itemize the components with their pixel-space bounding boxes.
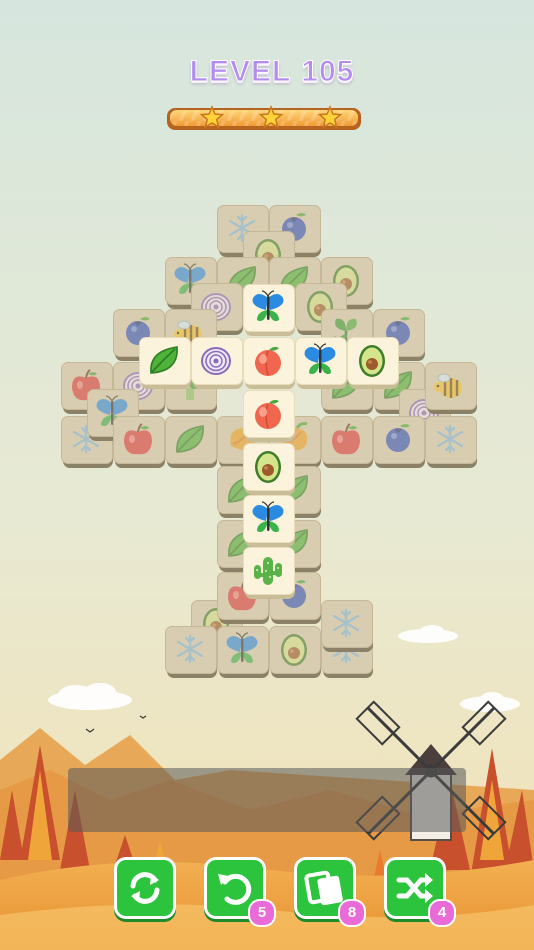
refresh-button[interactable] xyxy=(114,857,176,919)
tile-avocado[interactable] xyxy=(347,337,399,391)
snowflake-icon xyxy=(436,424,464,454)
tile-butterfly[interactable] xyxy=(243,284,295,338)
bee-icon xyxy=(434,373,462,398)
tile-butterfly[interactable] xyxy=(295,337,347,391)
tile-tray xyxy=(68,768,466,832)
tile-butterfly xyxy=(217,626,269,680)
butterfly-icon xyxy=(252,290,284,322)
butterfly-icon xyxy=(304,343,336,375)
snowflake-icon xyxy=(176,634,204,664)
hint-count-badge: 8 xyxy=(338,899,366,927)
shuffle-count-badge: 4 xyxy=(428,899,456,927)
onion-icon xyxy=(201,347,231,375)
tile-peach[interactable] xyxy=(243,390,295,444)
tile-apple xyxy=(321,416,373,470)
apple-icon xyxy=(332,423,360,455)
tile-leaf xyxy=(165,416,217,470)
blueberry-icon xyxy=(386,424,410,452)
butterfly-icon xyxy=(226,632,258,664)
leaf-icon xyxy=(176,425,204,453)
tile-snowflake xyxy=(321,600,373,654)
tile-peach[interactable] xyxy=(243,337,295,391)
tile-avocado xyxy=(269,626,321,680)
avocado-icon xyxy=(281,634,307,666)
tile-butterfly[interactable] xyxy=(243,495,295,549)
butterfly-icon xyxy=(252,501,284,533)
tile-blueberry xyxy=(373,416,425,470)
tile-onion[interactable] xyxy=(191,337,243,391)
avocado-icon xyxy=(359,345,385,377)
tile-avocado[interactable] xyxy=(243,443,295,497)
tile-snowflake xyxy=(425,416,477,470)
tile-cactus[interactable] xyxy=(243,547,295,601)
tile-bee xyxy=(425,362,477,416)
tile-apple xyxy=(113,416,165,470)
refresh-icon xyxy=(130,872,160,904)
leaf-icon xyxy=(150,346,178,374)
undo-count-badge: 5 xyxy=(248,899,276,927)
snowflake-icon xyxy=(332,608,360,638)
avocado-icon xyxy=(255,451,281,483)
cactus-icon xyxy=(254,557,282,585)
tile-leaf[interactable] xyxy=(139,337,191,391)
peach-icon xyxy=(255,399,281,429)
tile-snowflake xyxy=(165,626,217,680)
apple-icon xyxy=(124,423,152,455)
peach-icon xyxy=(255,346,281,376)
